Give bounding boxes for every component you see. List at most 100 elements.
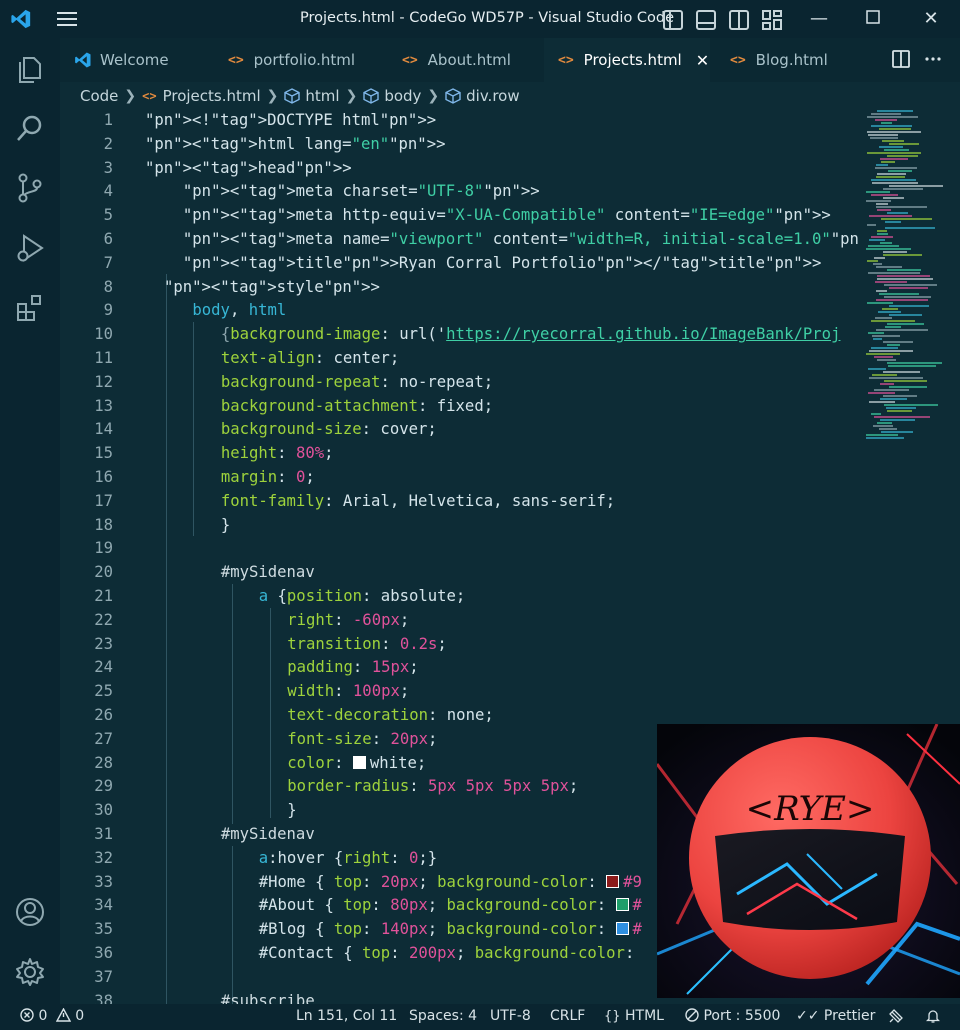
tab-welcome[interactable]: Welcome — [60, 38, 210, 82]
minimap-line — [879, 293, 919, 295]
code-line[interactable]: 1 "pn"><!"tag">DOCTYPE html"pn">> — [60, 109, 860, 133]
more-actions-icon[interactable] — [924, 50, 942, 68]
tab-label: portfolio.html — [253, 51, 356, 69]
vscode-icon — [75, 52, 91, 68]
code-line[interactable]: 25 width: 100px; — [60, 680, 860, 704]
line-number: 20 — [94, 563, 113, 582]
code-line[interactable]: 22 right: -60px; — [60, 609, 860, 633]
customize-layout-icon[interactable] — [761, 9, 783, 31]
minimap-line — [889, 185, 943, 187]
toggle-panel-icon[interactable] — [695, 9, 717, 31]
minimize-icon[interactable]: — — [808, 8, 830, 30]
minimap-line — [875, 167, 917, 169]
code-line[interactable]: 14 background-size: cover; — [60, 418, 860, 442]
code-line[interactable]: 19 — [60, 537, 860, 561]
minimap-line — [873, 425, 893, 427]
close-window-icon[interactable]: ✕ — [920, 8, 942, 30]
code-line[interactable]: 9 body, html — [60, 299, 860, 323]
breadcrumb-item[interactable]: div.row — [466, 87, 519, 105]
code-line[interactable]: 5 "pn"><"tag">meta http-equiv="X-UA-Compa… — [60, 204, 860, 228]
code-line[interactable]: 7 "pn"><"tag">title"pn">>Ryan Corral Port… — [60, 252, 860, 276]
code-line[interactable]: 24 padding: 15px; — [60, 656, 860, 680]
minimap-line — [884, 380, 927, 382]
language-mode[interactable]: {} HTML — [604, 1008, 664, 1024]
code-text: transition: 0.2s; — [287, 634, 447, 653]
code-text: "pn"><"tag">html lang="en""pn">> — [145, 134, 446, 153]
toggle-primary-sidebar-icon[interactable] — [662, 9, 684, 31]
maximize-icon[interactable] — [862, 8, 884, 30]
code-line[interactable]: 16 margin: 0; — [60, 466, 860, 490]
code-line[interactable]: 13 background-attachment: fixed; — [60, 395, 860, 419]
tab-about[interactable]: <> About.html — [388, 38, 538, 82]
close-tab-icon[interactable]: ✕ — [696, 51, 709, 70]
minimap-line — [867, 260, 878, 262]
code-line[interactable]: 17 font-family: Arial, Helvetica, sans-se… — [60, 490, 860, 514]
code-line[interactable]: 2 "pn"><"tag">html lang="en""pn">> — [60, 133, 860, 157]
code-line[interactable]: 8 "pn"><"tag">style"pn">> — [60, 276, 860, 300]
minimap-line — [888, 365, 936, 367]
html-icon: <> — [142, 89, 157, 103]
split-editor-icon[interactable] — [892, 50, 910, 68]
source-control-icon[interactable] — [14, 172, 46, 204]
minimap-line — [872, 374, 897, 376]
tab-blog[interactable]: <> Blog.html — [716, 38, 866, 82]
line-number: 23 — [94, 634, 113, 653]
settings-gear-icon[interactable] — [14, 956, 46, 988]
warning-icon — [55, 1007, 72, 1022]
element-cube-icon — [284, 88, 301, 104]
code-line[interactable]: 11 text-align: center; — [60, 347, 860, 371]
code-text: width: 100px; — [287, 682, 410, 701]
extensions-icon[interactable] — [14, 292, 46, 324]
line-number: 1 — [103, 111, 113, 129]
code-line[interactable]: 18} — [60, 514, 860, 538]
code-text: #mySidenav — [220, 825, 315, 843]
end-of-line[interactable]: CRLF — [550, 1008, 585, 1024]
search-icon[interactable] — [14, 112, 46, 144]
live-server-port[interactable]: Port : 5500 — [685, 1008, 780, 1024]
code-line[interactable]: 12 background-repeat: no-repeat; — [60, 371, 860, 395]
double-check-icon: ✓✓ — [796, 1008, 820, 1024]
code-line[interactable]: 10 {background-image: url('https://ryecor… — [60, 323, 860, 347]
explorer-icon[interactable] — [14, 52, 46, 84]
tab-projects[interactable]: <> Projects.html ✕ — [544, 38, 710, 82]
notifications-bell-icon[interactable] — [925, 1008, 941, 1028]
line-number: 26 — [94, 706, 113, 724]
minimap-line — [866, 353, 900, 355]
feedback-icon[interactable] — [888, 1008, 904, 1028]
code-line[interactable]: 23 transition: 0.2s; — [60, 633, 860, 657]
tab-portfolio[interactable]: <> portfolio.html — [214, 38, 384, 82]
minimap-line — [875, 119, 897, 121]
cursor-position[interactable]: Ln 151, Col 11 — [296, 1008, 397, 1024]
encoding[interactable]: UTF-8 — [490, 1008, 531, 1024]
problems-indicator[interactable]: 0 0 — [20, 1007, 85, 1024]
indentation[interactable]: Spaces: 4 — [409, 1008, 477, 1024]
minimap-line — [878, 311, 901, 313]
code-text: "pn"><!"tag">DOCTYPE html"pn">> — [145, 111, 437, 129]
menu-icon[interactable] — [56, 9, 78, 29]
code-line[interactable]: 20 #mySidenav — [60, 561, 860, 585]
code-text: background-size: cover; — [220, 420, 437, 439]
account-icon[interactable] — [14, 896, 46, 928]
breadcrumb-item[interactable]: Code — [80, 87, 118, 105]
toggle-secondary-sidebar-icon[interactable] — [728, 9, 750, 31]
line-number: 12 — [94, 372, 113, 391]
tab-label: Welcome — [100, 51, 169, 69]
breadcrumb-item[interactable]: body — [384, 87, 421, 105]
code-line[interactable]: 21 a {position: absolute; — [60, 585, 860, 609]
run-debug-icon[interactable] — [14, 232, 46, 264]
breadcrumb-item[interactable]: html — [305, 87, 339, 105]
minimap-line — [869, 215, 912, 217]
code-line[interactable]: 3 "pn"><"tag">head"pn">> — [60, 157, 860, 181]
code-line[interactable]: 6 "pn"><"tag">meta name="viewport" conten… — [60, 228, 860, 252]
prettier-status[interactable]: ✓✓ Prettier — [796, 1008, 875, 1024]
code-text: color: white; — [287, 753, 427, 772]
minimap-line — [877, 173, 906, 175]
warning-count: 0 — [75, 1008, 85, 1024]
code-line[interactable]: 15 height: 80%; — [60, 442, 860, 466]
minimap-line — [868, 392, 895, 394]
minimap-line — [866, 434, 898, 436]
minimap-line — [889, 314, 922, 316]
code-line[interactable]: 4 "pn"><"tag">meta charset="UTF-8""pn">> — [60, 180, 860, 204]
minimap-line — [866, 437, 904, 439]
breadcrumb-item[interactable]: Projects.html — [163, 87, 261, 105]
